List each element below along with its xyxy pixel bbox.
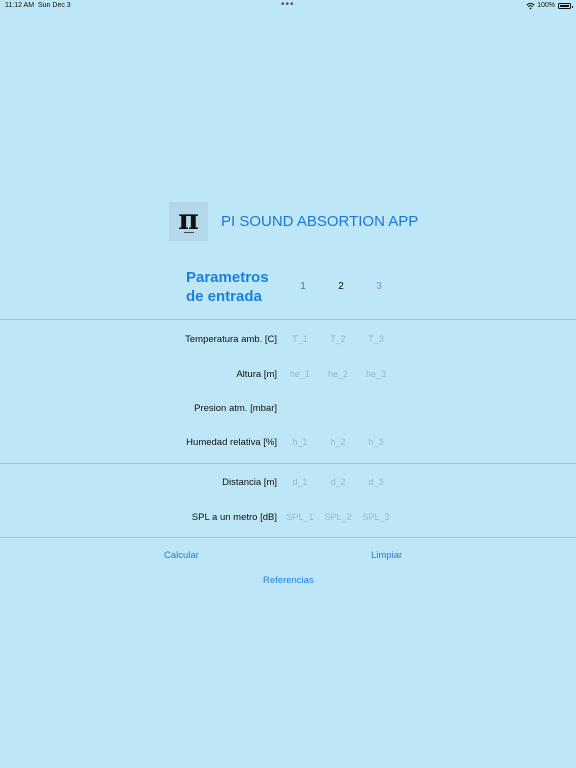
status-bar: 11:12 AM Sun Dec 3 ••• 100% [0,0,576,12]
app-logo: π [169,202,208,241]
battery-icon [558,3,573,9]
status-date: Sun Dec 3 [38,2,71,9]
row-label-presion: Presion atm. [mbar] [194,403,277,414]
input-spl-3[interactable]: SPL_3 [358,512,394,522]
input-temperatura-2[interactable]: T_2 [320,334,356,344]
input-humedad-1[interactable]: h_1 [282,437,318,447]
input-spl-1[interactable]: SPL_1 [282,512,318,522]
input-spl-2[interactable]: SPL_2 [320,512,356,522]
row-label-distancia: Distancia [m] [222,477,277,488]
app-title: PI SOUND ABSORTION APP [221,213,419,230]
input-distancia-3[interactable]: d_3 [358,477,394,487]
wifi-icon [526,2,535,10]
multitasking-dots-icon[interactable]: ••• [281,0,295,10]
logo-underline [184,232,194,233]
input-altura-2[interactable]: he_2 [320,369,356,379]
params-title-line2: de entrada [186,288,262,305]
battery-percent: 100% [537,2,555,9]
input-temperatura-3[interactable]: T_3 [358,334,394,344]
row-label-temperatura: Temperatura amb. [C] [185,334,277,345]
column-header-3: 3 [376,281,382,292]
status-time: 11:12 AM [5,2,35,9]
params-title-line1: Parametros [186,269,269,286]
params-title: Parametros de entrada [186,268,269,306]
input-temperatura-1[interactable]: T_1 [282,334,318,344]
pi-logo-icon: π [178,202,199,236]
input-altura-1[interactable]: he_1 [282,369,318,379]
divider-top [0,319,576,320]
input-distancia-2[interactable]: d_2 [320,477,356,487]
divider-bottom [0,537,576,538]
calcular-button[interactable]: Calcular [164,550,199,561]
row-label-altura: Altura [m] [236,369,277,380]
column-header-2: 2 [338,281,344,292]
input-altura-3[interactable]: he_3 [358,369,394,379]
referencias-button[interactable]: Referencias [263,575,314,586]
input-distancia-1[interactable]: d_1 [282,477,318,487]
row-label-humedad: Humedad relativa [%] [186,437,277,448]
column-header-1: 1 [300,281,306,292]
row-label-spl: SPL a un metro [dB] [191,512,277,523]
divider-middle [0,463,576,464]
input-humedad-3[interactable]: h_3 [358,437,394,447]
input-humedad-2[interactable]: h_2 [320,437,356,447]
limpiar-button[interactable]: Limpiar [371,550,402,561]
